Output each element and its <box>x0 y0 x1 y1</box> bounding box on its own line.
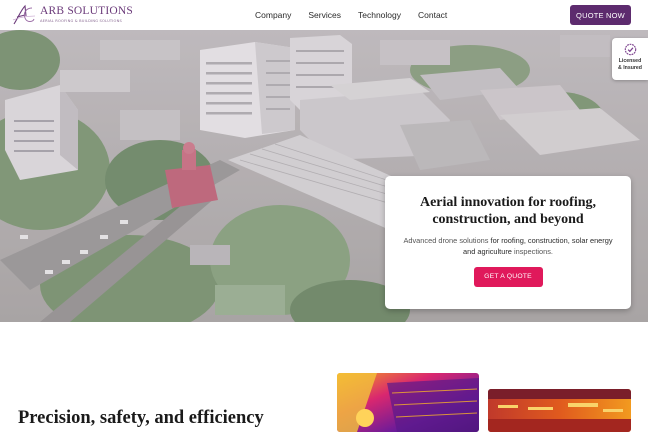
nav-technology[interactable]: Technology <box>358 10 401 20</box>
logo-mark-icon <box>12 4 36 25</box>
hero-card: Aerial innovation for roofing, construct… <box>385 176 631 309</box>
features-section: Precision, safety, and efficiency <box>0 322 648 432</box>
nav-services[interactable]: Services <box>308 10 341 20</box>
get-a-quote-button[interactable]: GET A QUOTE <box>473 267 543 287</box>
logo[interactable]: ARB SOLUTIONS AERIAL ROOFING & BUILDING … <box>12 4 133 26</box>
quote-now-button[interactable]: QUOTE NOW <box>570 5 631 25</box>
nav-contact[interactable]: Contact <box>418 10 447 20</box>
section-title: Precision, safety, and efficiency <box>18 408 264 428</box>
hero-subtitle-pre: Advanced drone solutions <box>403 236 491 245</box>
logo-name: ARB SOLUTIONS <box>40 5 134 18</box>
main-nav: Company Services Technology Contact <box>255 0 464 30</box>
site-header: ARB SOLUTIONS AERIAL ROOFING & BUILDING … <box>0 0 648 30</box>
thermal-roof-image-1 <box>337 373 479 432</box>
check-shield-icon <box>624 43 636 56</box>
badge-line-2: & Insured <box>618 64 642 71</box>
hero-title: Aerial innovation for roofing, construct… <box>419 195 597 227</box>
thermal-roof-image-2 <box>488 389 631 432</box>
licensed-badge: Licensed & Insured <box>612 38 648 80</box>
hero-subtitle: Advanced drone solutions for roofing, co… <box>385 235 631 257</box>
logo-tagline: AERIAL ROOFING & BUILDING SOLUTIONS <box>40 18 122 23</box>
nav-company[interactable]: Company <box>255 10 291 20</box>
hero-subtitle-post: inspections. <box>511 247 553 256</box>
